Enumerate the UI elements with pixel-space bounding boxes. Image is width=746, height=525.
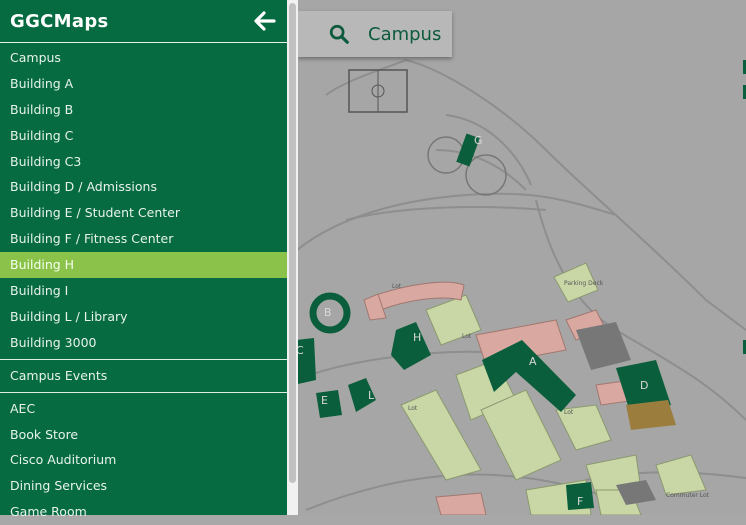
sidebar-scrollbar[interactable]: [287, 0, 298, 515]
services-list: AEC Book Store Cisco Auditorium Dining Serv…: [0, 396, 287, 525]
label-commuter-lot: Commuter Lot: [666, 492, 710, 499]
sidebar-item-building-l-library[interactable]: Building L / Library: [0, 304, 287, 330]
sidebar-item-building-c3[interactable]: Building C3: [0, 149, 287, 175]
sidebar-item-building-h[interactable]: Building H: [0, 252, 287, 279]
sidebar-item-campus-events[interactable]: Campus Events: [0, 363, 287, 389]
label-d: D: [640, 379, 648, 392]
sidebar-header: GGCMaps: [0, 0, 287, 43]
divider: [0, 391, 287, 393]
building-e[interactable]: [316, 390, 342, 418]
label-parking-deck: Parking Deck: [564, 280, 604, 287]
sidebar-item-dining-services[interactable]: Dining Services: [0, 473, 287, 499]
label-lot-2: Lot: [462, 333, 472, 340]
label-f: F: [577, 495, 583, 508]
location-search-box[interactable]: Campus: [298, 11, 452, 57]
sidebar-item-campus[interactable]: Campus: [0, 45, 287, 71]
campus-map[interactable]: G A B C D E F H L Parking Deck Lot Lot L…: [286, 0, 746, 515]
label-e: E: [321, 394, 328, 407]
svg-text:G: G: [474, 134, 483, 147]
location-label: Campus: [368, 23, 442, 45]
sidebar-item-building-c[interactable]: Building C: [0, 123, 287, 149]
divider: [0, 358, 287, 360]
label-b: B: [324, 306, 332, 319]
scrollbar-thumb[interactable]: [289, 3, 296, 483]
sidebar-item-cisco-auditorium[interactable]: Cisco Auditorium: [0, 447, 287, 473]
buildings-list: Campus Building A Building B Building C Buil…: [0, 45, 287, 356]
sidebar-item-book-store[interactable]: Book Store: [0, 422, 287, 448]
sidebar-item-building-f-fitness-center[interactable]: Building F / Fitness Center: [0, 226, 287, 252]
sidebar-item-game-room[interactable]: Game Room: [0, 499, 287, 525]
sidebar-item-building-b[interactable]: Building B: [0, 97, 287, 123]
building-h[interactable]: [391, 322, 431, 370]
sidebar-item-building-3000[interactable]: Building 3000: [0, 330, 287, 356]
label-l: L: [368, 389, 375, 402]
sidebar-item-building-i[interactable]: Building I: [0, 278, 287, 304]
map-canvas[interactable]: G A B C D E F H L Parking Deck Lot Lot L…: [286, 0, 746, 515]
sidebar-item-building-a[interactable]: Building A: [0, 71, 287, 97]
sidebar: GGCMaps Campus Building A Building B Buildi…: [0, 0, 287, 519]
sidebar-item-building-d-admissions[interactable]: Building D / Admissions: [0, 174, 287, 200]
label-lot-3: Lot: [564, 409, 574, 416]
sidebar-item-building-e-student-center[interactable]: Building E / Student Center: [0, 200, 287, 226]
label-h: H: [413, 331, 421, 344]
label-a: A: [529, 355, 537, 368]
sidebar-item-aec[interactable]: AEC: [0, 396, 287, 422]
arrow-left-icon[interactable]: [253, 9, 277, 33]
search-icon[interactable]: [328, 23, 350, 45]
label-lot-4: Lot: [408, 405, 418, 412]
label-lot-1: Lot: [392, 283, 402, 290]
app-title: GGCMaps: [10, 10, 109, 32]
